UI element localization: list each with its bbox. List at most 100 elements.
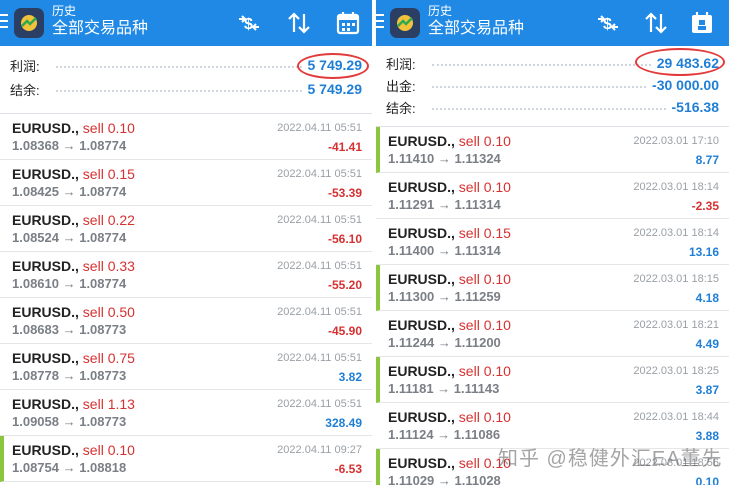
- annotation-circle: [297, 53, 369, 79]
- deal-prices: 1.11181 → 1.11143: [388, 381, 500, 396]
- deal-row[interactable]: EURUSD., sell 0.75 1.08778 → 1.08773 2022.…: [0, 344, 372, 390]
- summary-label: 利润:: [386, 56, 416, 72]
- deal-prices: 1.08754 → 1.08818: [12, 460, 127, 475]
- deal-side-volume: sell 1.13: [82, 396, 135, 412]
- summary-label: 结余:: [386, 100, 416, 116]
- app-logo-icon: [14, 8, 44, 38]
- deal-side-volume: sell 0.10: [458, 179, 511, 195]
- deal-title: EURUSD., sell 0.10: [12, 120, 135, 136]
- deal-time: 2022.03.01 18:15: [633, 273, 719, 285]
- deal-title: EURUSD., sell 0.33: [12, 258, 135, 274]
- deal-list: EURUSD., sell 0.10 1.08368 → 1.08774 2022.…: [0, 114, 372, 482]
- deal-row[interactable]: EURUSD., sell 0.10 1.08368 → 1.08774 2022.…: [0, 114, 372, 160]
- deal-title: EURUSD., sell 0.10: [388, 179, 511, 195]
- deal-symbol: EURUSD.,: [388, 455, 455, 471]
- deal-prices: 1.08524 → 1.08774: [12, 230, 127, 245]
- deal-row[interactable]: EURUSD., sell 0.50 1.08683 → 1.08773 2022.…: [0, 298, 372, 344]
- deal-prices: 1.11244 → 1.11200: [388, 335, 501, 350]
- deal-prices: 1.09058 → 1.08773: [12, 414, 127, 429]
- deal-title: EURUSD., sell 0.22: [12, 212, 135, 228]
- calendar-icon[interactable]: [334, 9, 362, 37]
- menu-icon[interactable]: [376, 14, 386, 30]
- currency-exchange-icon[interactable]: $: [594, 9, 622, 37]
- deal-profit: -41.41: [327, 140, 362, 154]
- deal-row[interactable]: EURUSD., sell 0.15 1.08425 → 1.08774 2022.…: [0, 160, 372, 206]
- deal-prices: 1.08778 → 1.08773: [12, 368, 127, 383]
- summary-row-withdrawal: 出金: -30 000.00: [386, 74, 719, 96]
- deal-profit: 0.10: [695, 475, 719, 485]
- deal-profit: 13.16: [688, 245, 719, 259]
- deal-profit: 4.49: [695, 337, 719, 351]
- deal-symbol: EURUSD.,: [12, 166, 79, 182]
- deal-side-volume: sell 0.10: [82, 442, 135, 458]
- deal-time: 2022.03.01 18:25: [633, 365, 719, 377]
- summary-value: 5 749.29: [307, 81, 363, 97]
- deal-profit: -53.39: [327, 186, 362, 200]
- deal-row[interactable]: EURUSD., sell 0.10 1.11410 → 1.11324 2022.…: [376, 127, 729, 173]
- deal-title: EURUSD., sell 0.15: [12, 166, 135, 182]
- deal-symbol: EURUSD.,: [12, 212, 79, 228]
- deal-time: 2022.03.01 18:44: [633, 411, 719, 423]
- app-bar: 历史 全部交易品种 $: [376, 0, 729, 46]
- deal-profit: 8.77: [695, 153, 719, 167]
- menu-icon[interactable]: [0, 14, 10, 30]
- deal-prices: 1.11029 → 1.11028: [388, 473, 501, 485]
- sort-icon[interactable]: [285, 9, 313, 37]
- deal-row[interactable]: EURUSD., sell 0.33 1.08610 → 1.08774 2022.…: [0, 252, 372, 298]
- deal-symbol: EURUSD.,: [388, 409, 455, 425]
- deal-profit: 4.18: [695, 291, 719, 305]
- deal-time: 2022.03.01 17:10: [633, 135, 719, 147]
- deal-time: 2022.04.11 05:51: [277, 306, 362, 318]
- deal-symbol: EURUSD.,: [12, 442, 79, 458]
- deal-title: EURUSD., sell 0.15: [388, 225, 511, 241]
- deal-row[interactable]: EURUSD., sell 0.10 1.11181 → 1.11143 2022.…: [376, 357, 729, 403]
- deal-row[interactable]: EURUSD., sell 0.10 1.11291 → 1.11314 2022.…: [376, 173, 729, 219]
- deal-prices: 1.08368 → 1.08774: [12, 138, 127, 153]
- appbar-subtitle: 历史: [428, 4, 453, 18]
- appbar-subtitle: 历史: [52, 4, 77, 18]
- calendar-icon[interactable]: [688, 9, 716, 37]
- deal-profit: -56.10: [327, 232, 362, 246]
- deal-side-volume: sell 0.10: [82, 120, 135, 136]
- deal-row[interactable]: EURUSD., sell 1.13 1.09058 → 1.08773 2022.…: [0, 390, 372, 436]
- deal-profit: -45.90: [327, 324, 362, 338]
- annotation-circle: [635, 48, 725, 76]
- deal-side-volume: sell 0.10: [458, 363, 511, 379]
- summary-row-balance: 结余: -516.38: [386, 96, 719, 118]
- deal-prices: 1.11410 → 1.11324: [388, 151, 501, 166]
- deal-symbol: EURUSD.,: [12, 350, 79, 366]
- deal-time: 2022.04.11 05:51: [277, 260, 362, 272]
- deal-prices: 1.11300 → 1.11259: [388, 289, 501, 304]
- deal-profit: 3.87: [695, 383, 719, 397]
- deal-symbol: EURUSD.,: [12, 258, 79, 274]
- sort-icon[interactable]: [642, 9, 670, 37]
- deal-side-volume: sell 0.75: [82, 350, 135, 366]
- appbar-title[interactable]: 全部交易品种: [428, 19, 524, 39]
- deal-time: 2022.04.11 05:51: [277, 214, 362, 226]
- deal-side-volume: sell 0.50: [82, 304, 135, 320]
- deal-profit: 3.88: [695, 429, 719, 443]
- deal-time: 2022.03.01 18:14: [633, 181, 719, 193]
- deal-time: 2022.04.11 09:27: [277, 444, 362, 456]
- deal-row[interactable]: EURUSD., sell 0.15 1.11400 → 1.11314 2022.…: [376, 219, 729, 265]
- deal-profit: -6.53: [334, 462, 362, 476]
- deal-row[interactable]: EURUSD., sell 0.10 1.11244 → 1.11200 2022.…: [376, 311, 729, 357]
- deal-row[interactable]: EURUSD., sell 0.10 1.11300 → 1.11259 2022.…: [376, 265, 729, 311]
- currency-exchange-icon[interactable]: $: [235, 9, 263, 37]
- summary-label: 结余:: [10, 82, 40, 98]
- deal-title: EURUSD., sell 0.10: [388, 133, 511, 149]
- deal-side-volume: sell 0.10: [458, 317, 511, 333]
- deal-profit: -2.35: [691, 199, 719, 213]
- deal-time: 2022.04.11 05:51: [277, 168, 362, 180]
- app-logo-icon: [390, 8, 420, 38]
- appbar-title[interactable]: 全部交易品种: [52, 19, 148, 39]
- summary-row-balance: 结余: 5 749.29: [10, 77, 362, 101]
- summary-value: -516.38: [671, 99, 719, 115]
- deal-title: EURUSD., sell 0.10: [388, 455, 511, 471]
- deal-prices: 1.08610 → 1.08774: [12, 276, 127, 291]
- deal-prices: 1.11124 → 1.11086: [388, 427, 501, 442]
- deal-title: EURUSD., sell 0.10: [12, 442, 135, 458]
- deal-row[interactable]: EURUSD., sell 0.10 1.08754 → 1.08818 2022.…: [0, 436, 372, 482]
- summary-value: -30 000.00: [652, 77, 719, 93]
- deal-row[interactable]: EURUSD., sell 0.22 1.08524 → 1.08774 2022.…: [0, 206, 372, 252]
